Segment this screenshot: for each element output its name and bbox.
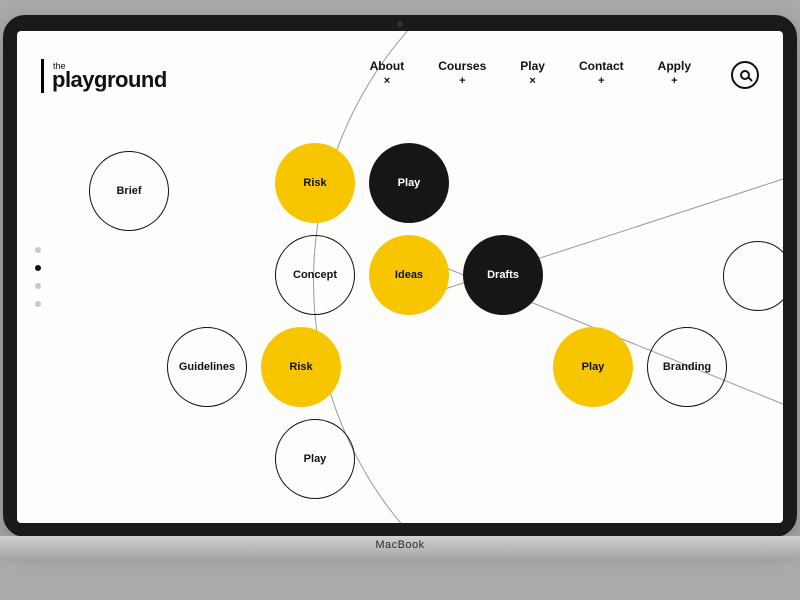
bubble-label: Ideas (395, 269, 423, 281)
nav-contact[interactable]: Contact + (579, 59, 624, 87)
nav-apply[interactable]: Apply + (658, 59, 691, 87)
screen: the playground About × Courses + Play × (17, 31, 783, 523)
nav-about[interactable]: About × (370, 59, 405, 87)
search-button[interactable] (731, 61, 759, 89)
bubble-ideas[interactable]: Ideas (369, 235, 449, 315)
bubble-guidelines[interactable]: Guidelines (167, 327, 247, 407)
nav-label: Apply (658, 59, 691, 73)
header: the playground About × Courses + Play × (41, 59, 759, 107)
nav-label: Contact (579, 59, 624, 73)
pager-dot-0[interactable] (35, 247, 41, 253)
bubble-label: Risk (303, 177, 326, 189)
nav-play[interactable]: Play × (520, 59, 545, 87)
nav-label: Courses (438, 59, 486, 73)
logo-bar (41, 59, 44, 93)
nav-symbol: + (438, 75, 486, 87)
pager-dot-2[interactable] (35, 283, 41, 289)
nav-symbol: × (520, 75, 545, 87)
bubble-label: Play (582, 361, 605, 373)
device-frame: the playground About × Courses + Play × (3, 15, 797, 537)
nav: About × Courses + Play × Contact + Apply (370, 59, 759, 89)
pager (35, 247, 41, 307)
bubble-risk-2[interactable]: Risk (261, 327, 341, 407)
bubble-play-3[interactable]: Play (275, 419, 355, 499)
bubble-blank-right[interactable] (723, 241, 783, 311)
bubble-label: Play (398, 177, 421, 189)
device-label: MacBook (0, 539, 800, 551)
bubble-label: Brief (116, 185, 141, 197)
bubble-drafts[interactable]: Drafts (463, 235, 543, 315)
logo-word: playground (52, 69, 167, 91)
nav-symbol: + (658, 75, 691, 87)
pager-dot-3[interactable] (35, 301, 41, 307)
bubble-label: Concept (293, 269, 337, 281)
bubble-concept[interactable]: Concept (275, 235, 355, 315)
bubble-label: Drafts (487, 269, 519, 281)
pager-dot-1[interactable] (35, 265, 41, 271)
bubble-label: Play (304, 453, 327, 465)
nav-symbol: + (579, 75, 624, 87)
nav-symbol: × (370, 75, 405, 87)
bubble-play-2[interactable]: Play (553, 327, 633, 407)
logo[interactable]: the playground (41, 59, 167, 93)
bubble-branding[interactable]: Branding (647, 327, 727, 407)
device-hinge: MacBook (0, 536, 800, 562)
search-icon (740, 70, 750, 80)
nav-label: About (370, 59, 405, 73)
bubble-label: Risk (289, 361, 312, 373)
nav-courses[interactable]: Courses + (438, 59, 486, 87)
bubble-risk-1[interactable]: Risk (275, 143, 355, 223)
bubble-label: Guidelines (179, 361, 235, 373)
bubble-brief[interactable]: Brief (89, 151, 169, 231)
camera-dot (397, 21, 403, 27)
nav-label: Play (520, 59, 545, 73)
bubble-label: Branding (663, 361, 711, 373)
bubble-play-1[interactable]: Play (369, 143, 449, 223)
